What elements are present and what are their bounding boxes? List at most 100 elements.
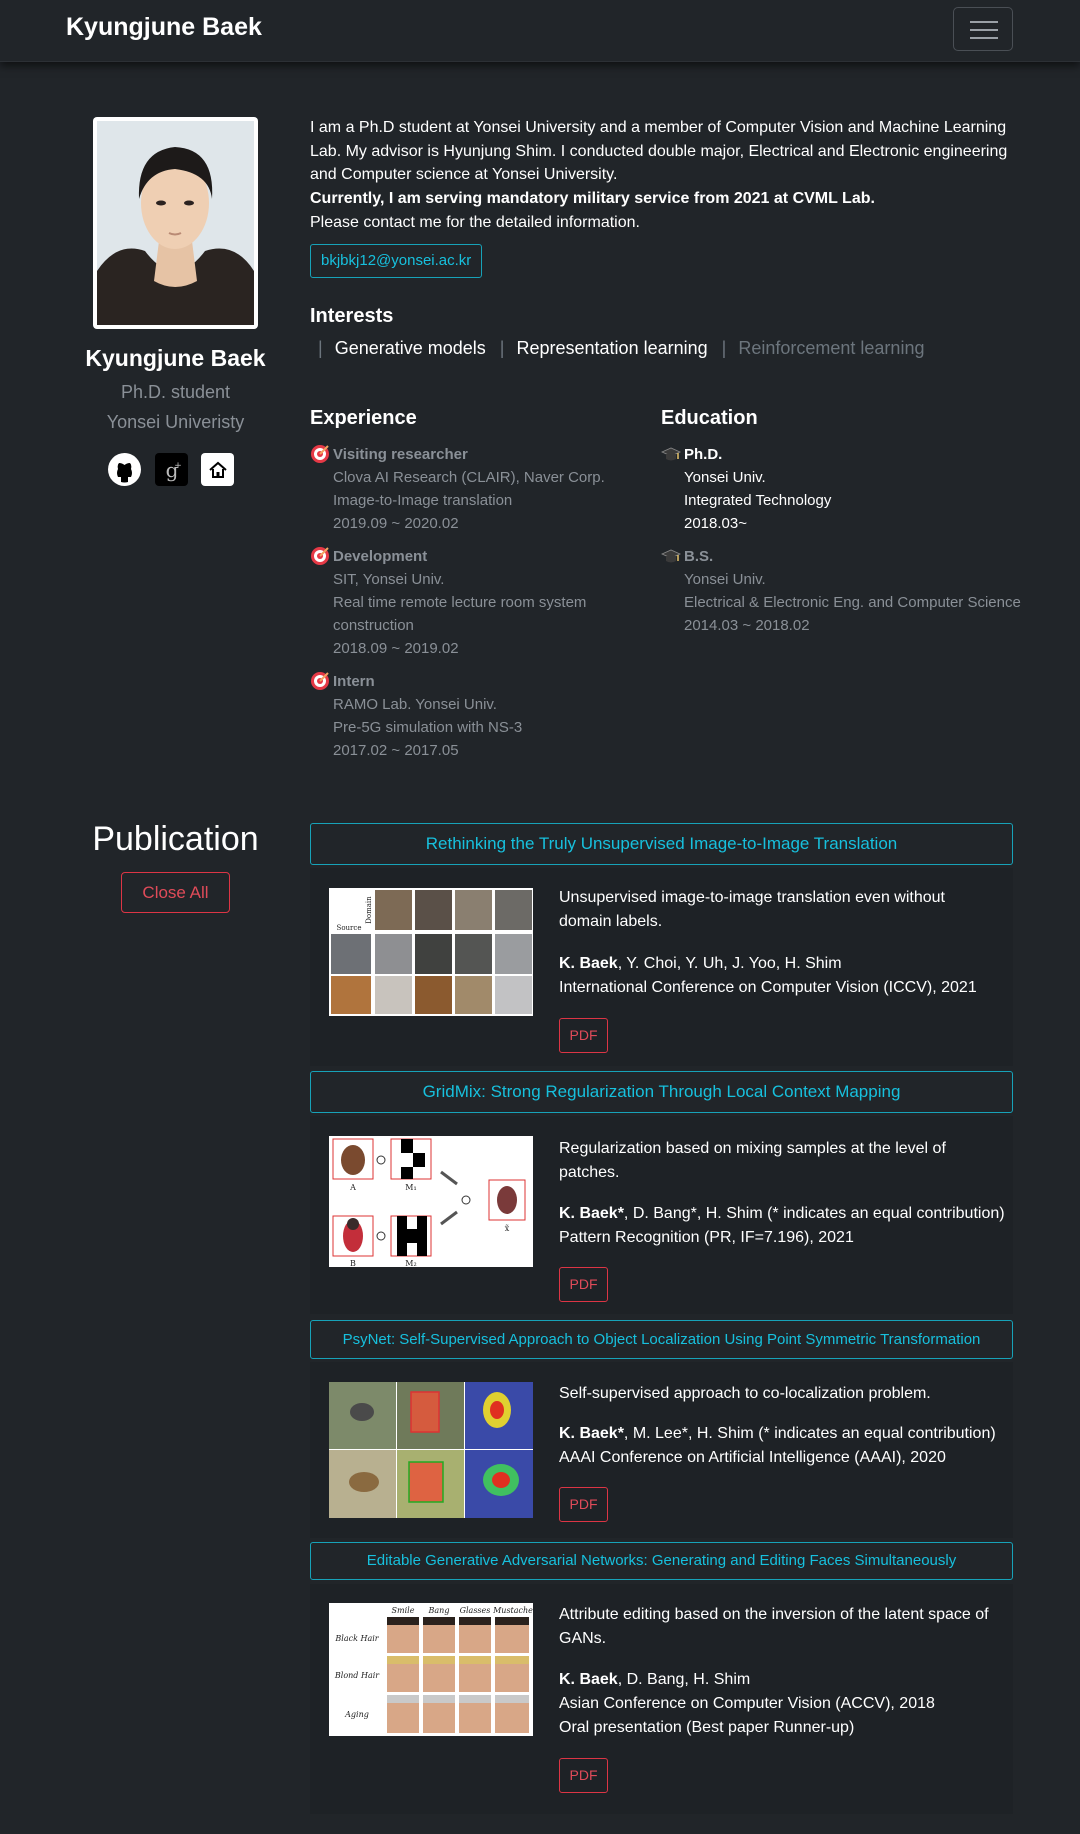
- interests-list: | Generative models | Representation lea…: [318, 338, 933, 359]
- publication-heading: Publication: [92, 820, 259, 858]
- experience-entry: Intern RAMO Lab. Yonsei Univ. Pre-5G sim…: [310, 670, 640, 762]
- interest-item: Reinforcement learning: [738, 338, 925, 358]
- profile-name: Kyungjune Baek: [85, 345, 266, 371]
- publication-body: A M₁ B M₂ x̃ Regularization based on mix…: [310, 1116, 1013, 1314]
- publication-thumbnail: Smile Bang Glasses Mustache Black Hair B…: [329, 1603, 533, 1736]
- thumb-label: B: [350, 1259, 356, 1267]
- thumb-label: M₂: [405, 1259, 416, 1267]
- svg-text:+: +: [174, 461, 182, 471]
- experience-title: Intern: [333, 673, 375, 690]
- separator: |: [721, 338, 727, 358]
- interest-item: Representation learning: [516, 338, 708, 358]
- publication-authors: K. Baek, Y. Choi, Y. Uh, J. Yoo, H. Shim: [559, 952, 1009, 976]
- publication-description: Attribute editing based on the inversion…: [559, 1606, 989, 1647]
- target-icon: [311, 547, 329, 565]
- thumb-label: M₁: [405, 1183, 416, 1192]
- publication-title-button[interactable]: GridMix: Strong Regularization Through L…: [310, 1071, 1013, 1113]
- other-authors: , Y. Choi, Y. Uh, J. Yoo, H. Shim: [617, 955, 842, 972]
- email-button[interactable]: bkjbkj12@yonsei.ac.kr: [310, 244, 483, 278]
- publication-body: Self-supervised approach to co-localizat…: [310, 1362, 1013, 1538]
- first-author: K. Baek*: [559, 1205, 624, 1222]
- publication-note: Oral presentation (Best paper Runner-up): [559, 1719, 855, 1736]
- experience-title: Visiting researcher: [333, 446, 468, 463]
- pdf-button[interactable]: PDF: [559, 1758, 608, 1793]
- github-icon: [108, 453, 141, 486]
- hamburger-icon-bar: [970, 37, 998, 39]
- experience-line: RAMO Lab. Yonsei Univ.: [333, 696, 497, 713]
- experience-line: Clova AI Research (CLAIR), Naver Corp.: [333, 469, 605, 486]
- thumb-label: Source: [337, 924, 362, 932]
- education-title: Ph.D.: [684, 446, 723, 463]
- publication-description: Unsupervised image-to-image translation …: [559, 889, 945, 930]
- publication-body: Smile Bang Glasses Mustache Black Hair B…: [310, 1584, 1013, 1814]
- education-title: B.S.: [684, 548, 714, 565]
- publication-title-button[interactable]: Editable Generative Adversarial Networks…: [310, 1542, 1013, 1580]
- hamburger-icon-bar: [970, 29, 998, 31]
- publication-venue: International Conference on Computer Vis…: [559, 979, 977, 996]
- publication-authors: K. Baek*, D. Bang*, H. Shim (* indicates…: [559, 1202, 1009, 1226]
- home-icon: [208, 461, 227, 478]
- pdf-button[interactable]: PDF: [559, 1267, 608, 1302]
- pdf-button[interactable]: PDF: [559, 1018, 608, 1053]
- thumb-label: Mustache: [492, 1606, 533, 1615]
- thumb-label: A: [349, 1183, 356, 1192]
- experience-line: Image-to-Image translation: [333, 492, 513, 509]
- intro-line-1: I am a Ph.D student at Yonsei University…: [310, 119, 1008, 184]
- thumb-label: Domain: [365, 896, 373, 924]
- experience-title: Development: [333, 548, 428, 565]
- thumb-label: Glasses: [460, 1606, 491, 1615]
- education-line: 2014.03 ~ 2018.02: [684, 617, 810, 634]
- navbar: Kyungjune Baek: [0, 0, 1080, 62]
- hamburger-icon: [970, 21, 998, 23]
- experience-line: Real time remote lecture room system: [333, 594, 587, 611]
- thumb-label: Bang: [428, 1606, 450, 1615]
- education-entry: Ph.D. Yonsei Univ. Integrated Technology…: [661, 443, 1021, 535]
- experience-entry: Development SIT, Yonsei Univ. Real time …: [310, 545, 640, 660]
- publication-description: Self-supervised approach to co-localizat…: [559, 1385, 931, 1402]
- pdf-button[interactable]: PDF: [559, 1487, 608, 1522]
- intro-text: I am a Ph.D student at Yonsei University…: [310, 116, 1010, 235]
- experience-entry: Visiting researcher Clova AI Research (C…: [310, 443, 640, 535]
- publication-thumbnail: Source Domain: [329, 888, 533, 1016]
- publication-description: Regularization based on mixing samples a…: [559, 1140, 946, 1181]
- publication-venue: Pattern Recognition (PR, IF=7.196), 2021: [559, 1229, 854, 1246]
- other-authors: , D. Bang, H. Shim: [617, 1671, 751, 1688]
- publication-body: Source Domain Unsupervised image-to-imag…: [310, 868, 1013, 1066]
- navbar-brand[interactable]: Kyungjune Baek: [66, 13, 262, 42]
- experience-heading: Experience: [310, 407, 417, 429]
- interest-item: Generative models: [334, 338, 486, 358]
- target-icon: [311, 445, 329, 463]
- homepage-link[interactable]: [201, 453, 234, 486]
- publication-thumbnail: A M₁ B M₂ x̃: [329, 1136, 533, 1267]
- google-scholar-link[interactable]: g +: [155, 453, 188, 486]
- separator: |: [318, 338, 323, 358]
- profile-photo: [93, 117, 258, 329]
- other-authors: , D. Bang*, H. Shim (* indicates an equa…: [623, 1205, 1005, 1222]
- interests-heading: Interests: [310, 305, 394, 327]
- profile-role: Ph.D. student: [120, 382, 231, 402]
- first-author: K. Baek*: [559, 1425, 624, 1442]
- github-link[interactable]: [108, 453, 141, 486]
- close-all-button[interactable]: Close All: [121, 872, 230, 913]
- first-author: K. Baek: [559, 955, 618, 972]
- menu-toggle-button[interactable]: [953, 7, 1013, 51]
- education-line: Electrical & Electronic Eng. and Compute…: [684, 594, 1021, 611]
- publication-venue: AAAI Conference on Artificial Intelligen…: [559, 1449, 946, 1466]
- experience-line: Pre-5G simulation with NS-3: [333, 719, 523, 736]
- publication-authors: K. Baek, D. Bang, H. Shim: [559, 1668, 1009, 1692]
- publication-title-button[interactable]: PsyNet: Self-Supervised Approach to Obje…: [310, 1320, 1013, 1359]
- thumb-label: Black Hair: [334, 1634, 379, 1643]
- publication-authors: K. Baek*, M. Lee*, H. Shim (* indicates …: [559, 1422, 1009, 1446]
- profile-university: Yonsei Univeristy: [106, 412, 245, 432]
- publication-title-button[interactable]: Rethinking the Truly Unsupervised Image-…: [310, 823, 1013, 865]
- education-line: Integrated Technology: [684, 492, 832, 509]
- thumb-label: Blond Hair: [334, 1671, 380, 1680]
- thumb-label: x̃: [505, 1224, 510, 1233]
- education-line: Yonsei Univ.: [684, 571, 766, 588]
- graduation-cap-icon: [661, 447, 681, 461]
- intro-line-2: Currently, I am serving mandatory milita…: [310, 190, 875, 208]
- experience-line: SIT, Yonsei Univ.: [333, 571, 445, 588]
- education-entry: B.S. Yonsei Univ. Electrical & Electroni…: [661, 545, 1031, 634]
- experience-line: construction: [333, 617, 414, 634]
- google-scholar-icon: g +: [165, 458, 182, 482]
